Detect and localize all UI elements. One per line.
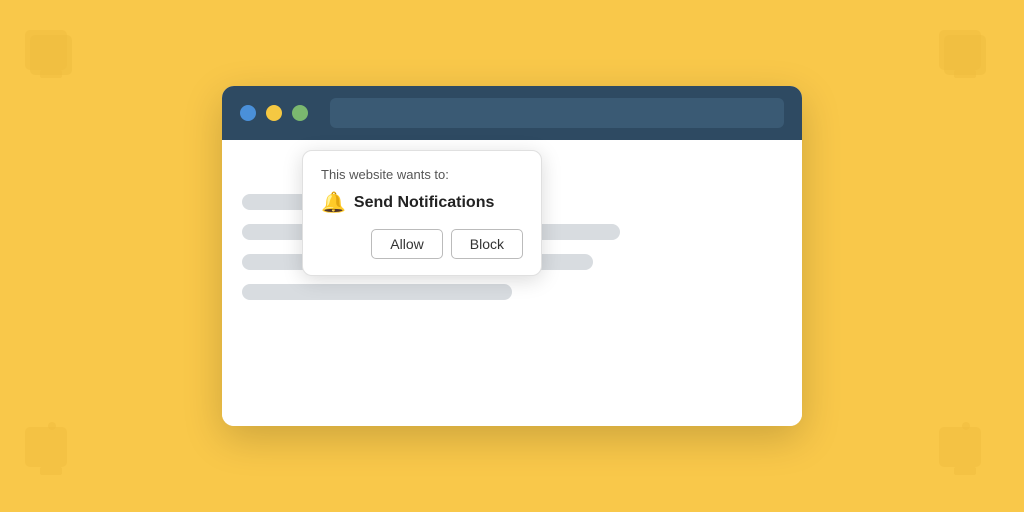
address-bar[interactable] — [330, 98, 784, 128]
popup-title: This website wants to: — [321, 167, 523, 182]
bg-icon-bottom-left — [20, 417, 90, 492]
bg-icon-top-left — [20, 20, 90, 95]
popup-buttons: Allow Block — [321, 229, 523, 259]
bg-icon-bottom-right — [934, 417, 1004, 492]
bell-icon: 🔔 — [321, 190, 346, 215]
content-line-4 — [242, 284, 512, 300]
browser-window: This website wants to: 🔔 Send Notificati… — [222, 86, 802, 426]
notification-popup: This website wants to: 🔔 Send Notificati… — [302, 150, 542, 276]
bg-icon-top-right — [934, 20, 1004, 95]
browser-toolbar — [222, 86, 802, 140]
popup-notification-text: Send Notifications — [354, 194, 494, 212]
browser-dot-maximize[interactable] — [292, 105, 308, 121]
allow-button[interactable]: Allow — [371, 229, 442, 259]
popup-notification-row: 🔔 Send Notifications — [321, 190, 523, 215]
block-button[interactable]: Block — [451, 229, 523, 259]
browser-content: This website wants to: 🔔 Send Notificati… — [222, 140, 802, 426]
browser-dot-minimize[interactable] — [266, 105, 282, 121]
browser-dot-close[interactable] — [240, 105, 256, 121]
